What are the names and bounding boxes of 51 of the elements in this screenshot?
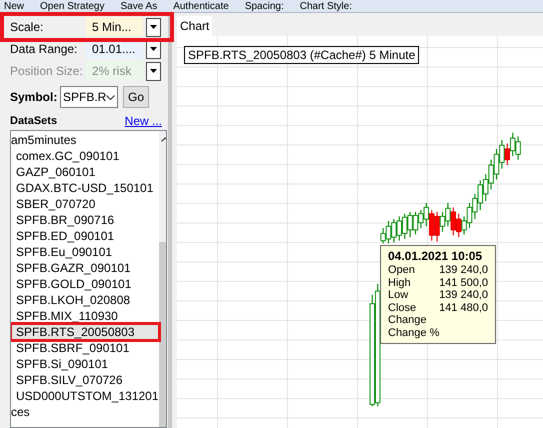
datasets-title: DataSets — [10, 114, 58, 129]
dropdown-button[interactable] — [146, 18, 161, 36]
dataset-item[interactable]: SPFB.ED_090101 — [11, 228, 159, 244]
dataset-item[interactable]: SPFB.LKOH_020808 — [11, 292, 159, 308]
chart-title: SPFB.RTS_20050803 (#Cache#) 5 Minute — [184, 46, 420, 64]
dataset-item[interactable]: SPFB.RTS_20050803 — [11, 324, 159, 340]
dataset-item[interactable]: SBER_070720 — [11, 196, 159, 212]
tooltip-label: Change — [388, 314, 427, 327]
caret-icon — [150, 25, 157, 29]
dataset-item[interactable]: SPFB.Si_090101 — [11, 356, 159, 372]
dataset-item[interactable]: SPFB.MIX_110930 — [11, 308, 159, 324]
toolbar-item[interactable]: Chart Style: — [300, 1, 352, 12]
dataset-item[interactable]: GAZP_060101 — [11, 164, 159, 180]
setting-label: Data Range: — [10, 41, 78, 58]
tooltip-date: 04.01.2021 10:05 — [388, 249, 484, 264]
toolbar-item[interactable]: Open Strategy — [40, 1, 104, 12]
dataset-item[interactable]: comex.GC_090101 — [11, 148, 159, 164]
symbol-combo[interactable]: SPFB.R — [60, 86, 118, 108]
dataset-item[interactable]: USD000UTSTOM_131201 — [11, 388, 159, 404]
toolbar-item[interactable]: Authenticate — [173, 1, 229, 12]
tooltip-label: Change % — [388, 326, 440, 340]
tooltip-value: 141 480,0 — [439, 302, 488, 314]
toolbar-item[interactable]: Save As — [120, 1, 158, 12]
symbol-label: Symbol: — [10, 89, 58, 106]
dropdown-value[interactable]: 5 Min... — [86, 17, 143, 37]
setting-label: Scale: — [10, 19, 44, 36]
dataset-item[interactable]: SPFB.Eu_090101 — [11, 244, 159, 260]
dataset-item[interactable]: SPFB.SBRF_090101 — [11, 340, 159, 356]
caret-icon — [150, 47, 157, 51]
dataset-item[interactable]: SPFB.BR_090716 — [11, 212, 159, 228]
dataset-item[interactable]: am5minutes — [11, 132, 159, 148]
tooltip-value: 139 240,0 — [439, 289, 488, 302]
tooltip-label: High — [388, 276, 411, 290]
tooltip-label: Close — [388, 302, 416, 314]
tooltip-value: 139 240,0 — [439, 264, 488, 277]
chart-tab[interactable]: Chart — [177, 16, 212, 36]
caret-icon — [150, 69, 157, 73]
dataset-item[interactable]: SPFB.GOLD_090101 — [11, 276, 159, 292]
dataset-item[interactable]: SPFB.SILV_070726 — [11, 372, 159, 388]
new-link[interactable]: New ... — [124, 112, 162, 130]
toolbar-item[interactable]: New — [4, 1, 24, 12]
toolbar-item[interactable]: Spacing: — [244, 1, 284, 12]
tooltip-label: Open — [388, 264, 415, 277]
dataset-item[interactable]: GDAX.BTC-USD_150101 — [11, 180, 159, 196]
setting-label: Position Size: — [10, 63, 84, 80]
go-button[interactable]: Go — [123, 86, 149, 108]
dataset-item[interactable]: SPFB.GAZR_090101 — [11, 260, 159, 276]
dataset-item[interactable]: ces — [11, 404, 159, 420]
tooltip-label: Low — [388, 289, 408, 302]
chevron-down-icon — [106, 94, 115, 100]
tooltip-value: 141 500,0 — [439, 276, 488, 290]
